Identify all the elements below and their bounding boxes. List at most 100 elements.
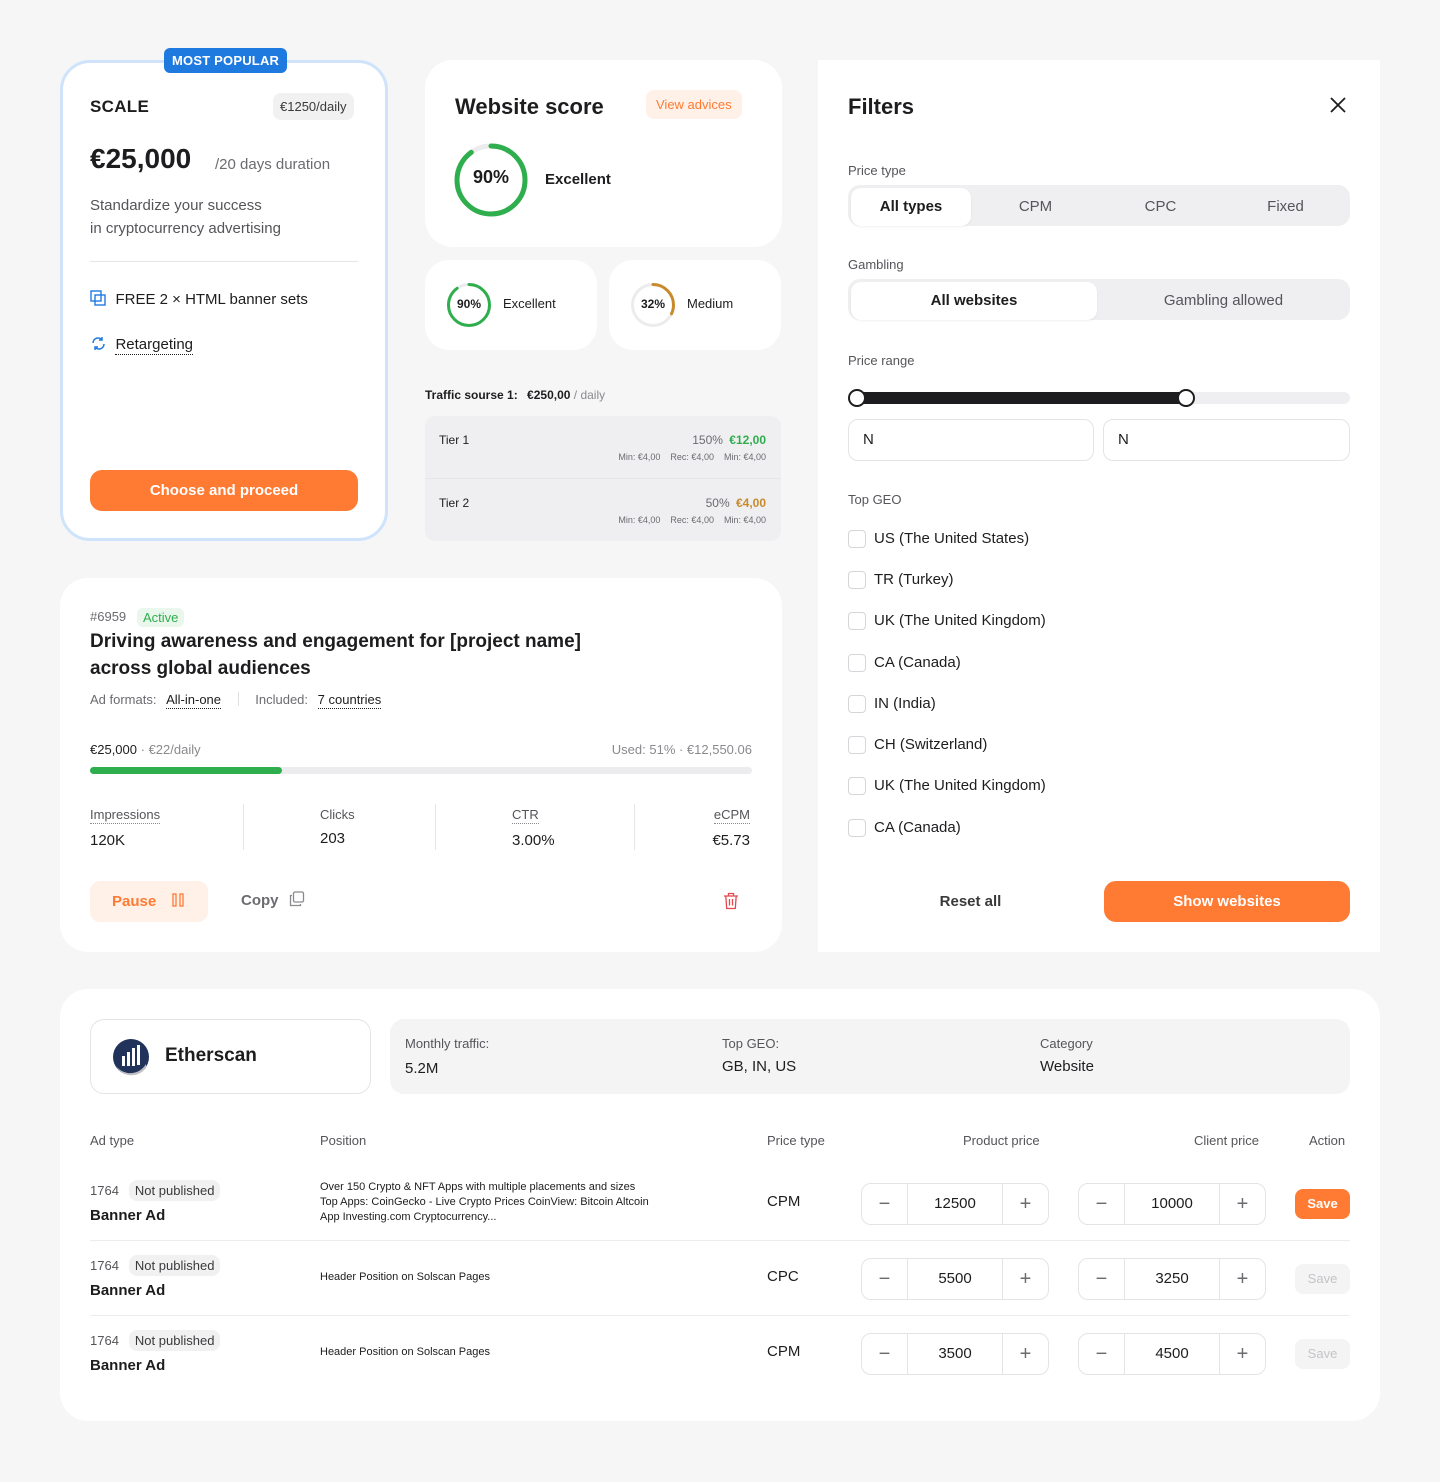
save-button-disabled[interactable]: Save	[1295, 1339, 1350, 1369]
geo-label: IN (India)	[874, 695, 936, 712]
geo-checkbox[interactable]	[848, 654, 866, 672]
segment-cpc[interactable]: CPC	[1098, 188, 1223, 226]
website-score-card: Website score View advices 90% Excellent	[425, 60, 782, 247]
tier-limits: Min: €4,00 Rec: €4,00 Min: €4,00	[618, 452, 766, 462]
minus-icon[interactable]: −	[862, 1184, 907, 1224]
trash-icon[interactable]	[723, 892, 739, 910]
feature-label[interactable]: Retargeting	[115, 336, 194, 355]
score-small-value: 90%	[456, 297, 482, 311]
geo-checkbox[interactable]	[848, 819, 866, 837]
pause-button[interactable]: Pause	[90, 881, 208, 922]
tier-min: Min: €4,00	[618, 515, 661, 525]
minus-icon[interactable]: −	[1079, 1334, 1124, 1374]
score-title: Website score	[455, 94, 604, 119]
geo-checkbox[interactable]	[848, 695, 866, 713]
minus-icon[interactable]: −	[862, 1259, 907, 1299]
site-card: Etherscan Monthly traffic: 5.2M Top GEO:…	[60, 989, 1380, 1421]
campaign-status-badge: Active	[137, 608, 185, 627]
segment-fixed[interactable]: Fixed	[1223, 188, 1348, 226]
close-icon[interactable]	[1329, 96, 1347, 114]
tier-rec: Rec: €4,00	[670, 515, 714, 525]
stepper-value[interactable]: 4500	[1124, 1334, 1220, 1374]
segment-all-websites[interactable]: All websites	[851, 282, 1097, 320]
row-divider	[90, 1315, 1350, 1316]
geo-checkbox[interactable]	[848, 571, 866, 589]
tier-price: €4,00	[735, 496, 766, 510]
tier-pct: 150%	[692, 433, 723, 447]
stat-label: Impressions	[90, 807, 161, 824]
plus-icon[interactable]: +	[1003, 1334, 1048, 1374]
plus-icon[interactable]: +	[1220, 1184, 1265, 1224]
gambling-label: Gambling	[848, 257, 904, 272]
row-status-badge: Not published	[128, 1180, 221, 1201]
choose-proceed-button[interactable]: Choose and proceed	[90, 470, 358, 511]
table-row: 1764 Not published	[90, 1255, 221, 1276]
segment-all-types[interactable]: All types	[851, 188, 971, 226]
tier-name: Tier 1	[439, 433, 470, 447]
minus-icon[interactable]: −	[1079, 1184, 1124, 1224]
row-ad-type: Banner Ad	[90, 1282, 166, 1299]
client-price-stepper[interactable]: −4500 +	[1078, 1333, 1266, 1375]
site-name: Etherscan	[165, 1045, 257, 1066]
price-range-slider[interactable]	[848, 389, 1350, 407]
traffic-label: Traffic sourse 1:	[425, 388, 518, 402]
row-ad-type: Banner Ad	[90, 1357, 166, 1374]
stepper-value[interactable]: 12500	[907, 1184, 1003, 1224]
segment-gambling-allowed[interactable]: Gambling allowed	[1099, 282, 1348, 320]
stepper-value[interactable]: 3250	[1124, 1259, 1220, 1299]
geo-checkbox[interactable]	[848, 736, 866, 754]
reset-all-button[interactable]: Reset all	[848, 881, 1093, 922]
save-button-disabled[interactable]: Save	[1295, 1264, 1350, 1294]
row-position: Over 150 Crypto & NFT Apps with multiple…	[320, 1181, 649, 1223]
price-min-input[interactable]: N	[848, 419, 1094, 461]
plus-icon[interactable]: +	[1220, 1259, 1265, 1299]
tier-min: Min: €4,00	[723, 515, 766, 525]
plus-icon[interactable]: +	[1003, 1184, 1048, 1224]
formats-label: Ad formats:	[90, 692, 157, 707]
stat-divider	[243, 804, 244, 850]
client-price-stepper[interactable]: −3250 +	[1078, 1258, 1266, 1300]
view-advices-button[interactable]: View advices	[646, 90, 742, 119]
stat-value: 203	[320, 830, 346, 847]
col-position: Position	[320, 1133, 367, 1148]
tier-table: Tier 1 150% €12,00 Min: €4,00 Rec: €4,00…	[425, 416, 781, 541]
stat-value: 3.00%	[512, 832, 555, 849]
client-price-stepper[interactable]: −10000 +	[1078, 1183, 1266, 1225]
budget-used: Used: 51% · €12,550.06	[611, 742, 752, 757]
geo-checkbox[interactable]	[848, 530, 866, 548]
tier-limits: Min: €4,00 Rec: €4,00 Min: €4,00	[618, 515, 766, 525]
plan-card: MOST POPULAR SCALE €1250/daily €25,000 /…	[60, 48, 388, 541]
budget-daily: · €22/daily	[140, 742, 201, 757]
stepper-value[interactable]: 3500	[907, 1334, 1003, 1374]
stepper-value[interactable]: 10000	[1124, 1184, 1220, 1224]
save-button[interactable]: Save	[1295, 1189, 1350, 1219]
geo-label: CH (Switzerland)	[874, 736, 988, 753]
price-type-label: Price type	[848, 163, 906, 178]
stat-divider	[634, 804, 635, 850]
range-thumb-max[interactable]	[1177, 389, 1196, 407]
score-small-label: Medium	[687, 296, 734, 311]
price-max-input[interactable]: N	[1103, 419, 1350, 461]
geo-checkbox[interactable]	[848, 777, 866, 795]
show-websites-button[interactable]: Show websites	[1104, 881, 1350, 922]
filters-title: Filters	[848, 94, 915, 119]
plus-icon[interactable]: +	[1003, 1259, 1048, 1299]
plus-icon[interactable]: +	[1220, 1334, 1265, 1374]
stepper-value[interactable]: 5500	[907, 1259, 1003, 1299]
score-value: 90%	[472, 167, 510, 187]
minus-icon[interactable]: −	[1079, 1259, 1124, 1299]
copy-button[interactable]: Copy	[241, 891, 305, 910]
product-price-stepper[interactable]: −5500 +	[861, 1258, 1049, 1300]
price-range-fill	[852, 392, 1188, 404]
segment-cpm[interactable]: CPM	[973, 188, 1098, 226]
product-price-stepper[interactable]: −3500 +	[861, 1333, 1049, 1375]
top-geo-label: Top GEO	[848, 492, 902, 507]
minus-icon[interactable]: −	[862, 1334, 907, 1374]
product-price-stepper[interactable]: −12500 +	[861, 1183, 1049, 1225]
formats-value[interactable]: All-in-one	[166, 692, 222, 709]
geo-checkbox[interactable]	[848, 612, 866, 630]
range-thumb-min[interactable]	[848, 389, 866, 407]
category-label: Category	[1040, 1036, 1093, 1051]
meta-divider	[237, 692, 239, 706]
included-value[interactable]: 7 countries	[317, 692, 382, 709]
